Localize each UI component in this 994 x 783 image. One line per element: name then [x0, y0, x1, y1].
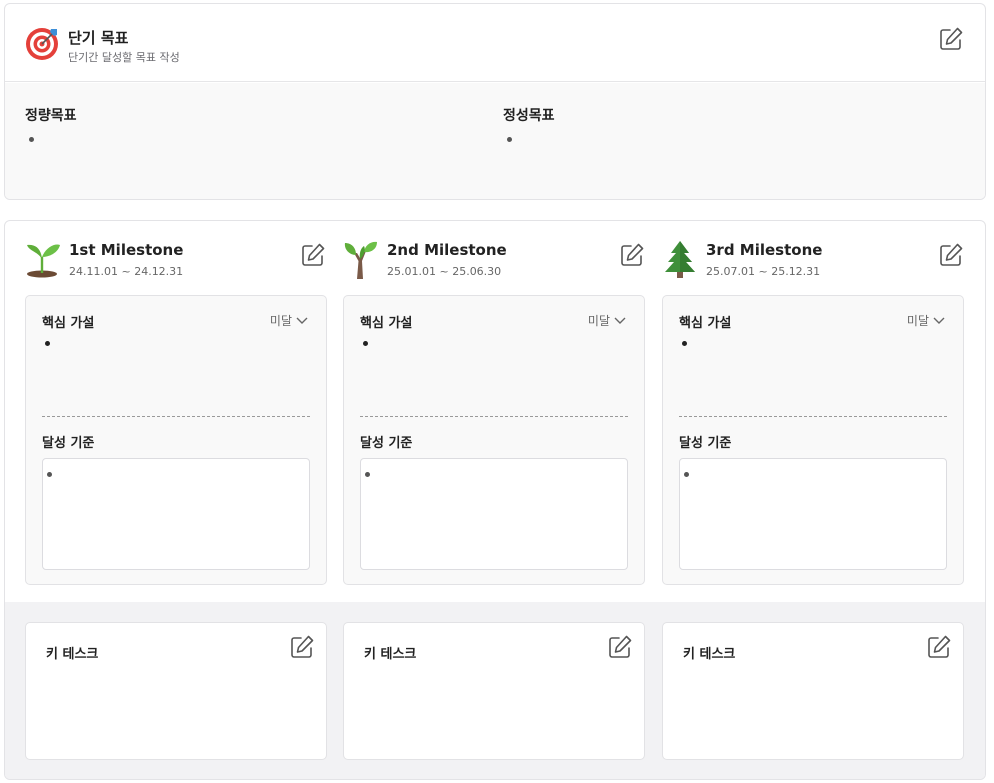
- milestone-3-panel: 핵심 가설 미달 달성 기준: [662, 295, 964, 585]
- hypothesis-label: 핵심 가설: [360, 316, 413, 331]
- milestone-2-status-dropdown[interactable]: 미달: [588, 312, 626, 329]
- seedling-icon: [27, 244, 60, 278]
- milestone-2-header: 2nd Milestone 25.01.01 ~ 25.06.30: [343, 221, 645, 291]
- criteria-bullet: [47, 472, 52, 477]
- milestone-1-panel: 핵심 가설 미달 달성 기준: [25, 295, 327, 585]
- qualitative-goal-bullet[interactable]: [507, 137, 512, 142]
- status-value: 미달: [269, 314, 292, 328]
- edit-milestone-2-button[interactable]: [619, 242, 645, 268]
- quantitative-goal-label: 정량목표: [25, 108, 77, 124]
- key-task-label: 키 테스크: [46, 647, 99, 662]
- milestone-2-key-task-card: 키 테스크: [343, 622, 645, 760]
- edit-key-task-1-button[interactable]: [289, 634, 315, 660]
- key-task-label: 키 테스크: [364, 647, 417, 662]
- key-task-zone: 키 테스크 키 테스크 키 테스크: [5, 602, 985, 779]
- milestone-1-dates: 24.11.01 ~ 24.12.31: [69, 265, 184, 278]
- milestone-3-title: 3rd Milestone: [706, 241, 823, 259]
- goal-subtitle: 단기간 달성할 목표 작성: [68, 51, 180, 64]
- milestone-3-status-dropdown[interactable]: 미달: [907, 312, 945, 329]
- divider: [42, 416, 310, 417]
- criteria-label: 달성 기준: [42, 436, 95, 451]
- evergreen-tree-icon: [665, 241, 695, 278]
- divider: [679, 416, 947, 417]
- criteria-bullet: [684, 472, 689, 477]
- target-icon: [26, 28, 58, 60]
- milestone-3-header: 3rd Milestone 25.07.01 ~ 25.12.31: [662, 221, 964, 291]
- milestone-2-title: 2nd Milestone: [387, 241, 507, 259]
- hypothesis-bullet[interactable]: [682, 341, 687, 346]
- criteria-label: 달성 기준: [360, 436, 413, 451]
- short-term-goal-card: 단기 목표 단기간 달성할 목표 작성 정량목표 정성목표: [4, 3, 986, 200]
- goal-title: 단기 목표: [68, 29, 129, 47]
- sapling-icon: [344, 241, 377, 279]
- key-task-label: 키 테스크: [683, 647, 736, 662]
- chevron-down-icon: [296, 317, 308, 324]
- edit-milestone-1-button[interactable]: [300, 242, 326, 268]
- status-value: 미달: [587, 314, 610, 328]
- edit-key-task-2-button[interactable]: [607, 634, 633, 660]
- milestone-3-dates: 25.07.01 ~ 25.12.31: [706, 265, 821, 278]
- hypothesis-label: 핵심 가설: [42, 316, 95, 331]
- milestone-1-criteria-input[interactable]: [42, 458, 310, 570]
- status-value: 미달: [906, 314, 929, 328]
- quantitative-goal-bullet[interactable]: [29, 137, 34, 142]
- criteria-bullet: [365, 472, 370, 477]
- qualitative-goal-label: 정성목표: [503, 108, 555, 124]
- milestone-2-criteria-input[interactable]: [360, 458, 628, 570]
- hypothesis-bullet[interactable]: [45, 341, 50, 346]
- edit-milestone-3-button[interactable]: [938, 242, 964, 268]
- milestones-card: 1st Milestone 24.11.01 ~ 24.12.31 핵심 가설 …: [4, 220, 986, 780]
- chevron-down-icon: [933, 317, 945, 324]
- milestone-1-title: 1st Milestone: [69, 241, 184, 259]
- divider: [360, 416, 628, 417]
- milestone-1-header: 1st Milestone 24.11.01 ~ 24.12.31: [25, 221, 327, 291]
- milestone-3-key-task-card: 키 테스크: [662, 622, 964, 760]
- goal-body: 정량목표 정성목표: [5, 83, 985, 199]
- milestone-1-status-dropdown[interactable]: 미달: [270, 312, 308, 329]
- criteria-label: 달성 기준: [679, 436, 732, 451]
- milestone-3-criteria-input[interactable]: [679, 458, 947, 570]
- hypothesis-bullet[interactable]: [363, 341, 368, 346]
- edit-goal-button[interactable]: [938, 26, 964, 52]
- milestone-1-key-task-card: 키 테스크: [25, 622, 327, 760]
- hypothesis-label: 핵심 가설: [679, 316, 732, 331]
- goal-header: 단기 목표 단기간 달성할 목표 작성: [5, 4, 985, 82]
- chevron-down-icon: [614, 317, 626, 324]
- milestone-2-panel: 핵심 가설 미달 달성 기준: [343, 295, 645, 585]
- milestone-2-dates: 25.01.01 ~ 25.06.30: [387, 265, 502, 278]
- edit-key-task-3-button[interactable]: [926, 634, 952, 660]
